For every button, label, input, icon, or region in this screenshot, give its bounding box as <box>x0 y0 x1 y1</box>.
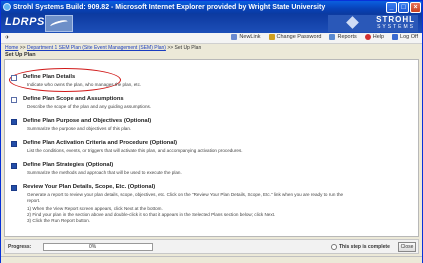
step-title[interactable]: Define Plan Details <box>23 74 75 80</box>
newlink-link[interactable]: NewLink <box>231 34 261 40</box>
strohl-logo: STROHL SYSTEMS <box>328 15 418 32</box>
logo-graphic <box>45 15 73 32</box>
step-desc: Describe the scope of the plan and any g… <box>27 104 152 109</box>
step-desc: Indicate who owns the plan, who manages … <box>27 82 142 87</box>
step-desc: List the conditions, events, or triggers… <box>27 148 243 153</box>
step-desc-cont: report. <box>27 198 41 203</box>
title-bar: Strohl Systems Build: 909.82 - Microsoft… <box>1 1 422 14</box>
progress-label: Progress: <box>8 244 32 250</box>
app-toolbar: ✈ NewLink Change Password Reports Help L… <box>1 33 422 44</box>
breadcrumb-home[interactable]: Home <box>5 45 18 51</box>
step-complete-radio[interactable] <box>331 244 337 250</box>
breadcrumb-plan[interactable]: Department 1 SEM Plan (Site Event Manage… <box>27 45 166 51</box>
step-checkbox[interactable] <box>11 97 17 103</box>
log-off-link[interactable]: Log Off <box>392 34 418 40</box>
reports-link[interactable]: Reports <box>329 34 357 40</box>
progress-bar <box>43 243 153 251</box>
nav-arrow-icon[interactable]: ✈ <box>5 35 10 41</box>
maximize-button[interactable]: □ <box>398 2 409 13</box>
status-bar <box>1 256 422 263</box>
step-complete-label: This step is complete <box>339 244 390 250</box>
report-icon <box>329 34 336 40</box>
step-title[interactable]: Define Plan Strategies (Optional) <box>23 162 113 168</box>
close-window-button[interactable]: × <box>410 2 421 13</box>
step-instruction: 3) Click the Run Report button. <box>27 218 91 223</box>
ie-icon <box>3 3 11 11</box>
help-link[interactable]: Help <box>364 34 384 40</box>
logoff-icon <box>392 34 399 40</box>
highlight-oval <box>9 68 121 92</box>
step-title[interactable]: Define Plan Purpose and Objectives (Opti… <box>23 118 151 124</box>
step-checkbox[interactable] <box>11 141 17 147</box>
step-checkbox[interactable] <box>11 185 17 191</box>
minimize-button[interactable]: _ <box>386 2 397 13</box>
section-label: Set Up Plan <box>5 52 36 58</box>
step-title[interactable]: Review Your Plan Details, Scope, Etc. (O… <box>23 184 155 190</box>
help-icon <box>364 34 371 40</box>
step-desc: Summarize the methods and approach that … <box>27 170 182 175</box>
app-header: LDRPS STROHL SYSTEMS <box>1 14 422 33</box>
ldrps-logo: LDRPS <box>5 16 45 28</box>
breadcrumb-current: Set Up Plan <box>174 45 202 51</box>
progress-percent: 0% <box>89 244 97 250</box>
step-title[interactable]: Define Plan Scope and Assumptions <box>23 96 124 102</box>
window-title: Strohl Systems Build: 909.82 - Microsoft… <box>13 4 326 11</box>
browser-window: Strohl Systems Build: 909.82 - Microsoft… <box>0 0 423 263</box>
step-checkbox[interactable] <box>11 75 17 81</box>
close-button[interactable]: Close <box>398 242 416 252</box>
change-password-link[interactable]: Change Password <box>268 34 321 40</box>
key-icon <box>268 34 275 40</box>
breadcrumb: Home >> Department 1 SEM Plan (Site Even… <box>5 45 202 51</box>
step-desc: Generate a report to review your plan de… <box>27 192 344 197</box>
step-title[interactable]: Define Plan Activation Criteria and Proc… <box>23 140 177 146</box>
progress-bar-area: Progress: 0% This step is complete Close <box>4 239 419 254</box>
step-checkbox[interactable] <box>11 119 17 125</box>
link-icon <box>231 34 238 40</box>
step-desc: Summarize the purpose and objectives of … <box>27 126 132 131</box>
steps-panel: Define Plan Details Indicate who owns th… <box>4 59 419 237</box>
step-checkbox[interactable] <box>11 163 17 169</box>
